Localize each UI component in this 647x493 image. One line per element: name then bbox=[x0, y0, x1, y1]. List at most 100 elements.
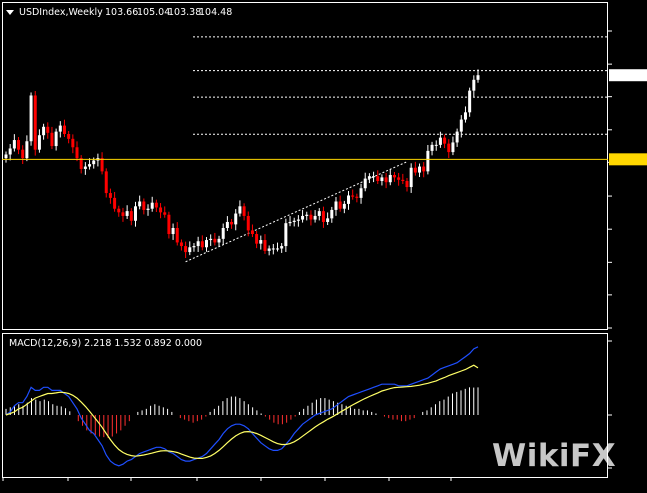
candle-body bbox=[184, 246, 188, 253]
candle-body bbox=[242, 206, 246, 216]
ohlc-high: 105.04 bbox=[137, 7, 170, 18]
candle-body bbox=[472, 79, 476, 91]
candle-body bbox=[113, 197, 117, 209]
candle-body bbox=[317, 211, 321, 216]
candle-body bbox=[238, 206, 242, 214]
signal-line bbox=[5, 364, 479, 459]
candle-body bbox=[217, 238, 221, 243]
candle-body bbox=[276, 248, 280, 250]
candle-body bbox=[397, 177, 401, 180]
chart-window[interactable]: USDIndex,Weekly 103.66 105.04 103.38 104… bbox=[0, 0, 647, 493]
candle-body bbox=[468, 90, 472, 113]
candle-body bbox=[154, 202, 158, 208]
price-chart[interactable]: USDIndex,Weekly 103.66 105.04 103.38 104… bbox=[0, 0, 647, 493]
candle-body bbox=[46, 126, 50, 133]
candle-body bbox=[426, 150, 430, 172]
candle-body bbox=[121, 212, 125, 216]
candle-body bbox=[200, 241, 204, 248]
candle-body bbox=[267, 248, 271, 251]
candle-body bbox=[213, 238, 217, 243]
candle-body bbox=[163, 212, 167, 215]
candle-body bbox=[71, 138, 75, 148]
ohlc-open: 103.66 bbox=[105, 7, 138, 18]
candle-body bbox=[372, 176, 376, 178]
candle-body bbox=[376, 176, 380, 182]
candle-body bbox=[67, 134, 71, 139]
candle-body bbox=[418, 166, 422, 173]
candle-body bbox=[50, 132, 54, 147]
candle-body bbox=[167, 214, 171, 235]
candle-body bbox=[117, 208, 121, 213]
candle-body bbox=[159, 207, 163, 213]
candle-body bbox=[204, 240, 208, 248]
candle-body bbox=[347, 195, 351, 204]
candle-body bbox=[17, 140, 21, 150]
watermark-text: WikiFX bbox=[492, 438, 617, 474]
watermark: WikiFX bbox=[486, 434, 617, 478]
candle-body bbox=[380, 177, 384, 182]
candle-body bbox=[363, 178, 367, 189]
candle-body bbox=[263, 240, 267, 251]
candle-body bbox=[288, 221, 292, 224]
candle-body bbox=[280, 246, 284, 249]
candle-body bbox=[443, 137, 447, 144]
candle-body bbox=[459, 119, 463, 132]
candle-body bbox=[367, 176, 371, 179]
candle-body bbox=[179, 242, 183, 247]
candle-body bbox=[225, 221, 229, 228]
candle-body bbox=[309, 214, 313, 220]
candle-body bbox=[413, 167, 417, 173]
candle-body bbox=[21, 149, 25, 159]
candle-body bbox=[142, 201, 146, 210]
candle-body bbox=[230, 221, 234, 225]
candle-body bbox=[100, 158, 104, 172]
candle-body bbox=[108, 193, 112, 198]
candle-body bbox=[188, 247, 192, 253]
candle-body bbox=[250, 230, 254, 235]
candle-body bbox=[33, 95, 37, 150]
candle-body bbox=[196, 241, 200, 247]
candle-body bbox=[75, 147, 79, 159]
last-price-tag bbox=[609, 69, 647, 82]
candle-body bbox=[54, 131, 58, 147]
candle-body bbox=[342, 203, 346, 209]
candle-body bbox=[447, 143, 451, 153]
candle-body bbox=[359, 188, 363, 198]
candle-body bbox=[305, 214, 309, 216]
candle-body bbox=[246, 215, 250, 231]
candle-body bbox=[234, 213, 238, 225]
candle-body bbox=[104, 171, 108, 194]
candle-body bbox=[355, 196, 359, 198]
candle-body bbox=[29, 95, 33, 142]
candle-body bbox=[292, 220, 296, 222]
candle-body bbox=[463, 112, 467, 120]
candle-body bbox=[255, 234, 259, 244]
candle-body bbox=[321, 211, 325, 222]
candle-body bbox=[259, 240, 263, 244]
candle-body bbox=[192, 246, 196, 248]
candle-body bbox=[422, 166, 426, 172]
candle-body bbox=[401, 179, 405, 182]
candle-body bbox=[83, 166, 87, 169]
chart-menu-arrow-icon[interactable] bbox=[6, 10, 14, 15]
candle-body bbox=[338, 201, 342, 209]
candle-body bbox=[326, 218, 330, 222]
candle-body bbox=[392, 174, 396, 178]
candle-body bbox=[175, 227, 179, 243]
ohlc-low: 103.38 bbox=[168, 7, 201, 18]
candle-body bbox=[476, 75, 480, 80]
candle-body bbox=[209, 238, 213, 241]
ohlc-close: 104.48 bbox=[199, 7, 232, 18]
candle-body bbox=[12, 140, 16, 149]
candle-body bbox=[451, 142, 455, 153]
macd-header: MACD(12,26,9) 2.218 1.532 0.892 0.000 bbox=[9, 338, 202, 349]
candle-body bbox=[88, 164, 92, 167]
candle-body bbox=[334, 201, 338, 210]
candle-body bbox=[4, 154, 8, 159]
candle-body bbox=[221, 227, 225, 239]
candle-body bbox=[150, 202, 154, 209]
candle-body bbox=[171, 227, 175, 235]
candle-body bbox=[146, 208, 150, 210]
candle-body bbox=[92, 160, 96, 165]
macd-line bbox=[5, 346, 479, 467]
